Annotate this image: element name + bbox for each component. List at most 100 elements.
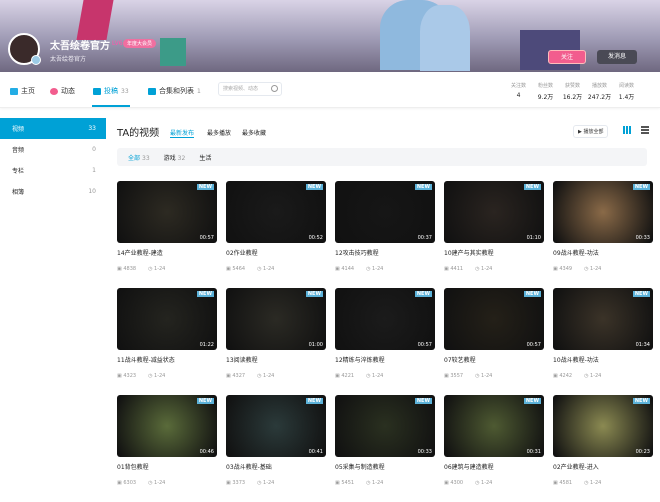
message-button[interactable]: 发消息 (597, 50, 637, 64)
video-title[interactable]: 05采集与制造教程 (335, 462, 435, 480)
video-thumbnail[interactable]: NEW 00:57 (335, 288, 435, 350)
stat-reads: 阅读数 1.4万 (618, 83, 635, 101)
video-title[interactable]: 10战斗教程-功法 (553, 355, 653, 373)
sidebar-item-video[interactable]: 视频 33 (0, 118, 106, 139)
tab-dynamic[interactable]: 动态 (50, 86, 75, 96)
video-card[interactable]: NEW 01:00 13阅读教程 ▣ 4327 ◷ 1-24 (226, 288, 326, 395)
tab-label: 主页 (21, 87, 35, 95)
vip-badge: 年度大会员 (123, 39, 157, 48)
video-card[interactable]: NEW 00:52 02作业教程 ▣ 5464 ◷ 1-24 (226, 181, 326, 288)
tab-count: 1 (197, 87, 201, 95)
video-title[interactable]: 01背包教程 (117, 462, 217, 480)
upload-date: ◷ 1-24 (366, 373, 384, 379)
tab-collections[interactable]: 合集和列表 1 (148, 86, 201, 96)
filter-all[interactable]: 全部 33 (128, 153, 150, 162)
video-card[interactable]: NEW 00:57 07较艺教程 ▣ 3557 ◷ 1-24 (444, 288, 544, 395)
list-view-icon[interactable] (641, 126, 649, 134)
sort-latest[interactable]: 最新发布 (170, 128, 195, 138)
play-all-button[interactable]: ▶ 播放全部 (573, 125, 609, 138)
video-card[interactable]: NEW 00:31 06建筑与建造教程 ▣ 4300 ◷ 1-24 (444, 395, 544, 502)
search-input[interactable]: 搜索视频、动态 (218, 82, 282, 96)
video-thumbnail[interactable]: NEW 01:10 (444, 181, 544, 243)
new-badge: NEW (305, 398, 323, 404)
sidebar-item-album[interactable]: 相簿 10 (0, 181, 106, 202)
tab-home[interactable]: 主页 (10, 86, 35, 96)
search-icon[interactable] (271, 85, 278, 92)
video-thumbnail[interactable]: NEW 00:41 (226, 395, 326, 457)
new-badge: NEW (523, 184, 541, 190)
stat-followers[interactable]: 粉丝数 9.2万 (532, 82, 559, 101)
stat-following[interactable]: 关注数 4 (505, 82, 532, 101)
video-title[interactable]: 14产业教程-建造 (117, 248, 217, 266)
upload-date: ◷ 1-24 (148, 266, 166, 272)
follow-button[interactable]: 关注 (548, 50, 586, 64)
video-duration: 00:23 (635, 449, 650, 455)
sidebar-item-article[interactable]: 专栏 1 (0, 160, 106, 181)
play-count: ▣ 4323 (117, 373, 137, 379)
sort-most-played[interactable]: 最多播放 (207, 128, 231, 137)
tab-uploads[interactable]: 投稿 33 (93, 86, 129, 96)
video-card[interactable]: NEW 01:22 11战斗教程-减益状态 ▣ 4323 ◷ 1-24 (117, 288, 217, 395)
video-title[interactable]: 06建筑与建造教程 (444, 462, 544, 480)
video-title[interactable]: 09战斗教程-功法 (553, 248, 653, 266)
avatar[interactable] (8, 33, 41, 65)
video-title[interactable]: 11战斗教程-减益状态 (117, 355, 217, 373)
video-thumbnail[interactable]: NEW 00:33 (553, 181, 653, 243)
video-card[interactable]: NEW 00:57 14产业教程-建造 ▣ 4838 ◷ 1-24 (117, 181, 217, 288)
upload-date: ◷ 1-24 (584, 373, 602, 379)
video-title[interactable]: 10建产与其实教程 (444, 248, 544, 266)
video-thumbnail[interactable]: NEW 01:00 (226, 288, 326, 350)
sidebar-item-audio[interactable]: 音频 0 (0, 139, 106, 160)
video-thumbnail[interactable]: NEW 00:46 (117, 395, 217, 457)
video-card[interactable]: NEW 01:10 10建产与其实教程 ▣ 4411 ◷ 1-24 (444, 181, 544, 288)
video-thumbnail[interactable]: NEW 01:22 (117, 288, 217, 350)
video-thumbnail[interactable]: NEW 00:57 (444, 288, 544, 350)
new-badge: NEW (414, 184, 432, 190)
video-thumbnail[interactable]: NEW 00:31 (444, 395, 544, 457)
video-title[interactable]: 13阅读教程 (226, 355, 326, 373)
video-thumbnail[interactable]: NEW 00:23 (553, 395, 653, 457)
upload-date: ◷ 1-24 (257, 373, 275, 379)
video-duration: 00:57 (199, 235, 214, 241)
video-card[interactable]: NEW 00:37 12攻击技巧教程 ▣ 4144 ◷ 1-24 (335, 181, 435, 288)
grid-view-icon[interactable] (623, 126, 631, 134)
video-thumbnail[interactable]: NEW 00:33 (335, 395, 435, 457)
video-thumbnail[interactable]: NEW 00:52 (226, 181, 326, 243)
play-count: ▣ 4327 (226, 373, 246, 379)
video-card[interactable]: NEW 00:41 03战斗教程-基础 ▣ 3373 ◷ 1-24 (226, 395, 326, 502)
video-card[interactable]: NEW 00:46 01背包教程 ▣ 6303 ◷ 1-24 (117, 395, 217, 502)
sort-most-favorited[interactable]: 最多收藏 (242, 128, 266, 137)
video-duration: 00:57 (526, 342, 541, 348)
category-filter: 全部 33 游戏 32 生活 (117, 148, 647, 166)
video-card[interactable]: NEW 00:33 09战斗教程-功法 ▣ 4349 ◷ 1-24 (553, 181, 653, 288)
video-thumbnail[interactable]: NEW 00:37 (335, 181, 435, 243)
video-thumbnail[interactable]: NEW 01:34 (553, 288, 653, 350)
home-icon (10, 87, 18, 95)
video-title[interactable]: 12精练与淬炼教程 (335, 355, 435, 373)
upload-date: ◷ 1-24 (366, 480, 384, 486)
video-duration: 01:10 (526, 235, 541, 241)
filter-game[interactable]: 游戏 32 (164, 153, 186, 162)
video-thumbnail[interactable]: NEW 00:57 (117, 181, 217, 243)
new-badge: NEW (196, 398, 214, 404)
video-duration: 00:31 (526, 449, 541, 455)
video-icon (93, 87, 101, 95)
profile-banner: 太吾绘卷官方 LV6 年度大会员 太吾绘卷官方 关注 发消息 (0, 0, 660, 72)
video-duration: 00:57 (417, 342, 432, 348)
video-duration: 00:46 (199, 449, 214, 455)
username: 太吾绘卷官方 (50, 41, 110, 52)
video-duration: 00:41 (308, 449, 323, 455)
video-title[interactable]: 07较艺教程 (444, 355, 544, 373)
video-card[interactable]: NEW 00:23 02产业教程-进入 ▣ 4581 ◷ 1-24 (553, 395, 653, 502)
video-card[interactable]: NEW 00:57 12精练与淬炼教程 ▣ 4221 ◷ 1-24 (335, 288, 435, 395)
video-card[interactable]: NEW 01:34 10战斗教程-功法 ▣ 4242 ◷ 1-24 (553, 288, 653, 395)
upload-date: ◷ 1-24 (366, 266, 384, 272)
video-title[interactable]: 12攻击技巧教程 (335, 248, 435, 266)
video-title[interactable]: 02产业教程-进入 (553, 462, 653, 480)
video-title[interactable]: 02作业教程 (226, 248, 326, 266)
video-card[interactable]: NEW 00:33 05采集与制造教程 ▣ 5451 ◷ 1-24 (335, 395, 435, 502)
video-duration: 01:34 (635, 342, 650, 348)
filter-life[interactable]: 生活 (199, 153, 211, 162)
video-title[interactable]: 03战斗教程-基础 (226, 462, 326, 480)
play-count: ▣ 5464 (226, 266, 246, 272)
